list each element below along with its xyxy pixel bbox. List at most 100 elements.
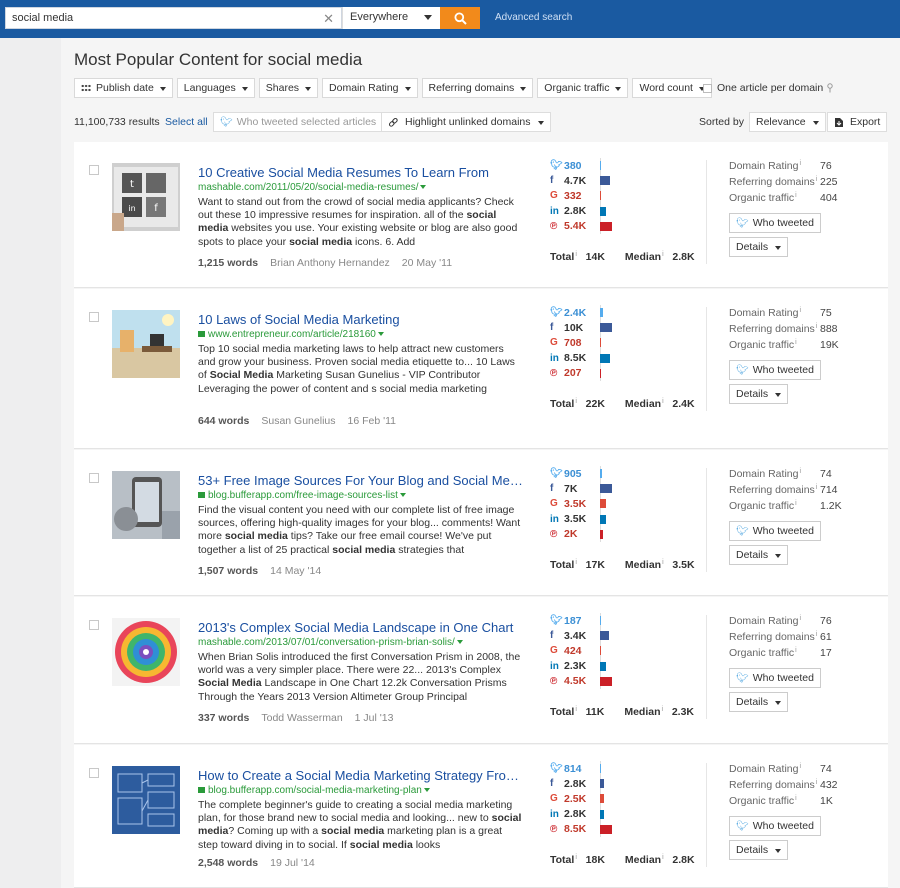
filter-domain-rating[interactable]: Domain Rating (322, 78, 418, 98)
details-button[interactable]: Details (729, 545, 789, 565)
article-thumbnail[interactable] (112, 471, 180, 539)
metric-value[interactable]: 17 (820, 647, 832, 663)
who-tweeted-button[interactable]: 🐦︎ Who tweeted (729, 668, 821, 688)
metric-value[interactable]: 225 (820, 176, 838, 192)
filter-publish-date[interactable]: Publish date (74, 78, 173, 98)
share-row-pinterest[interactable]: ℗ 207 (550, 366, 690, 381)
details-button[interactable]: Details (729, 840, 789, 860)
search-input[interactable]: social media ✕ (5, 7, 342, 29)
share-row-pinterest[interactable]: ℗ 2K (550, 527, 690, 542)
one-article-per-domain-toggle[interactable]: One article per domain (703, 82, 834, 94)
select-checkbox[interactable] (89, 768, 99, 778)
highlight-unlinked-select[interactable]: Highlight unlinked domains (381, 112, 551, 132)
filter-organic-traffic[interactable]: Organic traffic (537, 78, 629, 98)
metric-row: Domain Ratingi 74 (729, 468, 879, 484)
share-row-pinterest[interactable]: ℗ 8.5K (550, 822, 690, 837)
filter-languages[interactable]: Languages (176, 78, 255, 98)
search-button[interactable] (440, 7, 480, 29)
metric-value[interactable]: 1.2K (820, 500, 842, 516)
share-bar (600, 514, 606, 524)
share-row-linkedin[interactable]: in 3.5K (550, 512, 690, 527)
metric-value[interactable]: 74 (820, 468, 832, 484)
one-article-checkbox[interactable] (703, 83, 712, 93)
select-checkbox[interactable] (89, 165, 99, 175)
sort-select[interactable]: Relevance (749, 112, 826, 132)
total-label: Total (550, 251, 575, 263)
share-row-twitter[interactable]: 🐦︎ 2.4K (550, 305, 690, 320)
details-button[interactable]: Details (729, 692, 789, 712)
metric-value[interactable]: 76 (820, 160, 832, 176)
who-tweeted-button[interactable]: 🐦︎ Who tweeted (729, 816, 821, 836)
share-row-facebook[interactable]: f 2.8K (550, 776, 690, 791)
filter-word-count[interactable]: Word count (632, 78, 712, 98)
who-tweeted-selected-button[interactable]: 🐦︎ Who tweeted selected articles (213, 112, 384, 132)
who-tweeted-button[interactable]: 🐦︎ Who tweeted (729, 521, 821, 541)
share-row-pinterest[interactable]: ℗ 5.4K (550, 219, 690, 234)
article-url[interactable]: www.entrepreneur.com/article/218160 (198, 329, 384, 340)
share-row-facebook[interactable]: f 4.7K (550, 173, 690, 188)
metric-value[interactable]: 61 (820, 631, 832, 647)
info-icon: i (799, 763, 802, 770)
metric-value[interactable]: 714 (820, 484, 838, 500)
share-row-twitter[interactable]: 🐦︎ 380 (550, 158, 690, 173)
who-tweeted-button[interactable]: 🐦︎ Who tweeted (729, 360, 821, 380)
metric-value[interactable]: 404 (820, 192, 838, 208)
share-row-google[interactable]: G 708 (550, 335, 690, 350)
share-row-google[interactable]: G 2.5K (550, 791, 690, 806)
metric-value[interactable]: 1K (820, 795, 833, 811)
share-row-facebook[interactable]: f 3.4K (550, 628, 690, 643)
select-checkbox[interactable] (89, 620, 99, 630)
share-row-facebook[interactable]: f 7K (550, 481, 690, 496)
share-row-linkedin[interactable]: in 8.5K (550, 351, 690, 366)
author[interactable]: Brian Anthony Hernandez (270, 257, 390, 269)
share-row-linkedin[interactable]: in 2.8K (550, 204, 690, 219)
total-value: 18K (585, 854, 605, 866)
article-url[interactable]: mashable.com/2011/05/20/social-media-res… (198, 182, 427, 193)
article-title-link[interactable]: 53+ Free Image Sources For Your Blog and… (198, 473, 528, 488)
share-row-google[interactable]: G 3.5K (550, 496, 690, 511)
clear-icon[interactable]: ✕ (323, 11, 334, 27)
share-row-twitter[interactable]: 🐦︎ 905 (550, 466, 690, 481)
article-thumbnail[interactable] (112, 310, 180, 378)
metric-value[interactable]: 76 (820, 615, 832, 631)
article-url[interactable]: blog.bufferapp.com/free-image-sources-li… (198, 490, 406, 501)
share-row-twitter[interactable]: 🐦︎ 187 (550, 613, 690, 628)
article-thumbnail[interactable]: t f in (112, 163, 180, 231)
article-url[interactable]: mashable.com/2013/07/01/conversation-pri… (198, 637, 463, 648)
metric-value[interactable]: 74 (820, 763, 832, 779)
share-row-linkedin[interactable]: in 2.3K (550, 659, 690, 674)
article-title-link[interactable]: 2013's Complex Social Media Landscape in… (198, 620, 528, 635)
article-title-link[interactable]: 10 Laws of Social Media Marketing (198, 312, 528, 327)
social-shares: 🐦︎ 2.4K f 10K G 708 in 8.5K ℗ 207 (550, 305, 690, 381)
metric-value[interactable]: 75 (820, 307, 832, 323)
share-row-google[interactable]: G 332 (550, 188, 690, 203)
author[interactable]: Todd Wasserman (261, 712, 342, 724)
select-checkbox[interactable] (89, 473, 99, 483)
export-button[interactable]: Export (827, 112, 888, 132)
share-row-facebook[interactable]: f 10K (550, 320, 690, 335)
metric-value[interactable]: 19K (820, 339, 839, 355)
details-button[interactable]: Details (729, 237, 789, 257)
share-row-google[interactable]: G 424 (550, 643, 690, 658)
article-snippet: When Brian Solis introduced the first Co… (198, 651, 523, 704)
article-title-link[interactable]: 10 Creative Social Media Resumes To Lear… (198, 165, 528, 180)
details-button[interactable]: Details (729, 384, 789, 404)
metric-value[interactable]: 888 (820, 323, 838, 339)
article-title-link[interactable]: How to Create a Social Media Marketing S… (198, 768, 528, 783)
article-url[interactable]: blog.bufferapp.com/social-media-marketin… (198, 785, 430, 796)
who-tweeted-button[interactable]: 🐦︎ Who tweeted (729, 213, 821, 233)
article-thumbnail[interactable] (112, 766, 180, 834)
scope-select[interactable]: Everywhere (342, 7, 440, 29)
share-row-pinterest[interactable]: ℗ 4.5K (550, 674, 690, 689)
author[interactable]: Susan Gunelius (261, 415, 335, 427)
filter-shares[interactable]: Shares (258, 78, 319, 98)
article-thumbnail[interactable] (112, 618, 180, 686)
select-all-link[interactable]: Select all (165, 116, 208, 128)
share-row-linkedin[interactable]: in 2.8K (550, 807, 690, 822)
select-checkbox[interactable] (89, 312, 99, 322)
filter-referring-domains[interactable]: Referring domains (421, 78, 534, 98)
share-row-twitter[interactable]: 🐦︎ 814 (550, 761, 690, 776)
search-value[interactable]: social media (12, 12, 73, 24)
metric-value[interactable]: 432 (820, 779, 838, 795)
advanced-search-link[interactable]: Advanced search (495, 12, 572, 23)
